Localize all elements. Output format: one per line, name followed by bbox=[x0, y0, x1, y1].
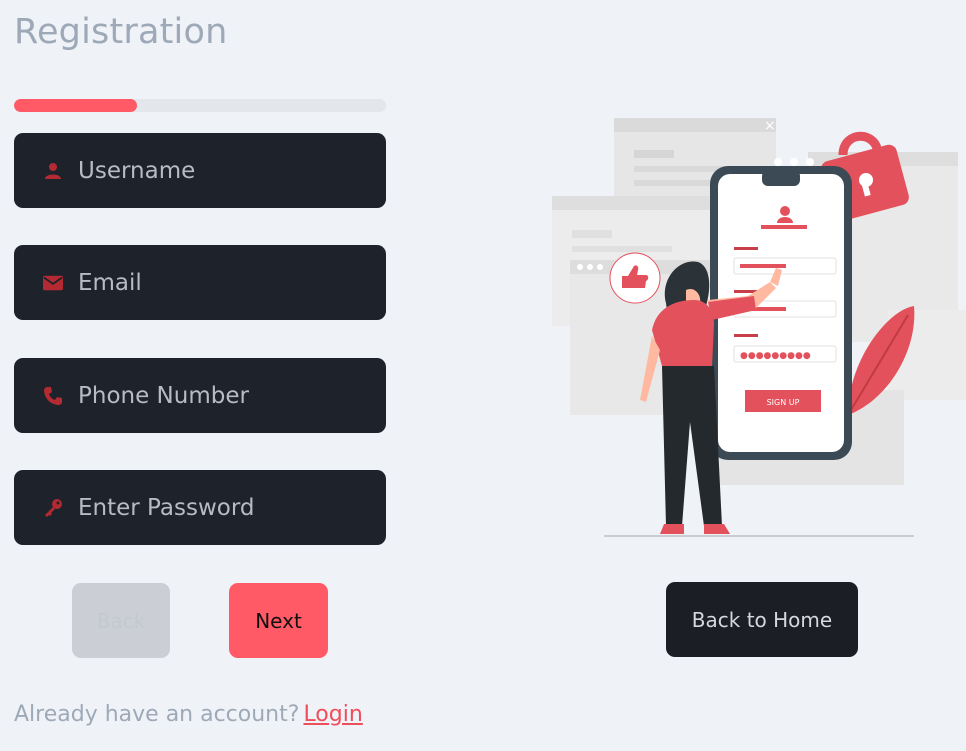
back-to-home-button[interactable]: Back to Home bbox=[666, 582, 858, 657]
login-link[interactable]: Login bbox=[303, 702, 362, 727]
phone-placeholder: Phone Number bbox=[78, 382, 249, 409]
next-button[interactable]: Next bbox=[229, 583, 328, 658]
progress-bar bbox=[14, 99, 386, 112]
phone-field[interactable]: Phone Number bbox=[14, 358, 386, 433]
key-icon bbox=[43, 498, 63, 518]
phone-icon bbox=[43, 386, 63, 406]
svg-text:×: × bbox=[764, 118, 776, 134]
page-title: Registration bbox=[14, 12, 228, 52]
envelope-icon bbox=[43, 273, 63, 293]
signup-label: SIGN UP bbox=[767, 398, 800, 407]
registration-page: Registration Username Email Phone Number… bbox=[0, 0, 966, 751]
username-field[interactable]: Username bbox=[14, 133, 386, 208]
user-icon bbox=[43, 161, 63, 181]
login-prompt: Already have an account? Login bbox=[14, 702, 363, 727]
username-placeholder: Username bbox=[78, 157, 196, 184]
password-placeholder: Enter Password bbox=[78, 494, 255, 521]
email-placeholder: Email bbox=[78, 269, 142, 296]
signup-illustration: × ●●●●●●●●● SIGN UP bbox=[548, 110, 966, 540]
login-prompt-text: Already have an account? bbox=[14, 702, 300, 727]
password-dots: ●●●●●●●●● bbox=[740, 351, 811, 361]
email-field[interactable]: Email bbox=[14, 245, 386, 320]
back-button[interactable]: Back bbox=[72, 583, 170, 658]
progress-fill bbox=[14, 99, 137, 112]
password-field[interactable]: Enter Password bbox=[14, 470, 386, 545]
